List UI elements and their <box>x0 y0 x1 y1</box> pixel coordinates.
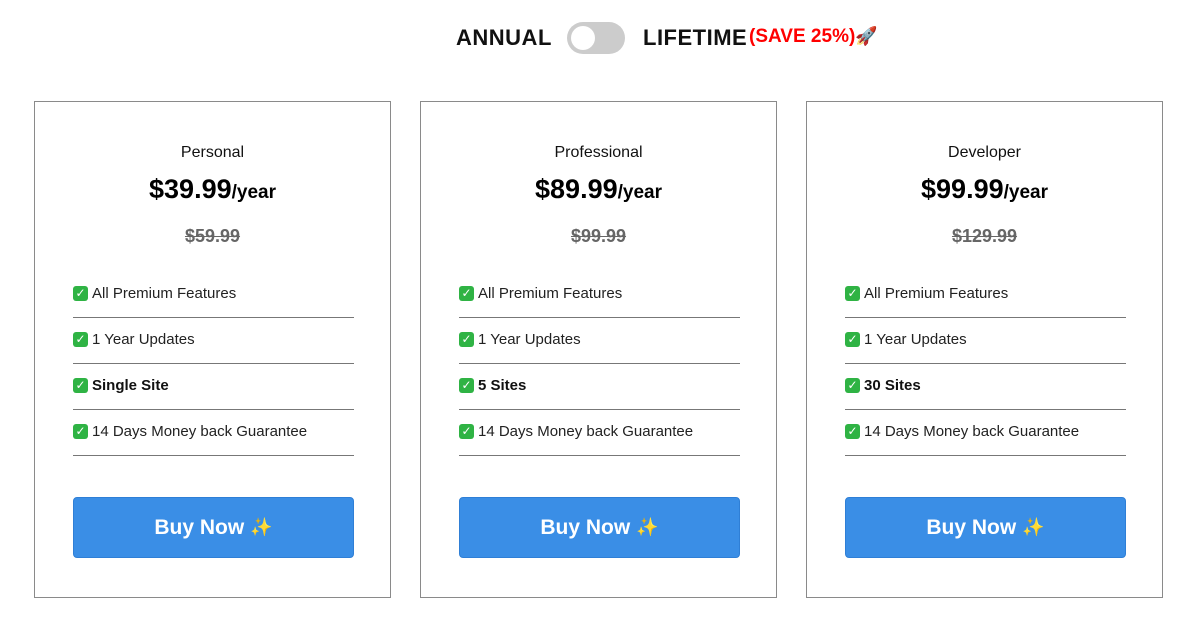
plan-card-personal: Personal $39.99/year $59.99 ✓ All Premium… <box>34 101 391 598</box>
feature-item: ✓ 1 Year Updates <box>845 318 1126 364</box>
feature-item: ✓ 14 Days Money back Guarantee <box>845 410 1126 456</box>
check-icon: ✓ <box>73 332 88 347</box>
feature-item: ✓ All Premium Features <box>845 272 1126 318</box>
sparkles-icon: ✨ <box>636 517 659 537</box>
check-icon: ✓ <box>845 424 860 439</box>
feature-item: ✓ 14 Days Money back Guarantee <box>73 410 354 456</box>
save-text: (SAVE 25%) <box>749 26 856 47</box>
price-amount: $99.99 <box>921 174 1004 204</box>
billing-toggle-row: ANNUAL LIFETIME (SAVE 25%)🚀 <box>0 20 1200 56</box>
feature-text: All Premium Features <box>864 285 1009 302</box>
check-icon: ✓ <box>845 286 860 301</box>
billing-toggle-switch[interactable] <box>567 22 625 54</box>
plan-price: $99.99/year <box>807 174 1162 205</box>
price-period: /year <box>1003 182 1048 203</box>
check-icon: ✓ <box>459 378 474 393</box>
plan-card-professional: Professional $89.99/year $99.99 ✓ All Pre… <box>420 101 777 598</box>
feature-text: 5 Sites <box>478 377 527 394</box>
feature-text: Single Site <box>92 377 169 394</box>
old-price: $99.99 <box>570 226 627 246</box>
lifetime-label[interactable]: LIFETIME <box>643 25 747 51</box>
sparkles-icon: ✨ <box>1022 517 1045 537</box>
price-amount: $89.99 <box>535 174 618 204</box>
price-amount: $39.99 <box>149 174 232 204</box>
feature-item: ✓ 5 Sites <box>459 364 740 410</box>
feature-item: ✓ 30 Sites <box>845 364 1126 410</box>
feature-item: ✓ 1 Year Updates <box>73 318 354 364</box>
check-icon: ✓ <box>73 424 88 439</box>
feature-text: 1 Year Updates <box>92 331 195 348</box>
price-period: /year <box>617 182 662 203</box>
feature-list: ✓ All Premium Features ✓ 1 Year Updates ✓ 3… <box>845 272 1126 456</box>
feature-text: 1 Year Updates <box>864 331 967 348</box>
buy-now-label: Buy Now <box>154 515 245 539</box>
old-price: $129.99 <box>951 226 1018 246</box>
feature-item: ✓ Single Site <box>73 364 354 410</box>
plan-name: Developer <box>948 144 1021 161</box>
sparkles-icon: ✨ <box>250 517 273 537</box>
feature-text: All Premium Features <box>92 285 237 302</box>
feature-text: 14 Days Money back Guarantee <box>864 423 1080 440</box>
plan-price: $89.99/year <box>421 174 776 205</box>
check-icon: ✓ <box>459 424 474 439</box>
buy-now-label: Buy Now <box>926 515 1017 539</box>
plan-price: $39.99/year <box>35 174 390 205</box>
feature-item: ✓ 14 Days Money back Guarantee <box>459 410 740 456</box>
buy-now-button[interactable]: Buy Now ✨ <box>73 497 354 558</box>
old-price: $59.99 <box>184 226 241 246</box>
price-period: /year <box>231 182 276 203</box>
plan-card-developer: Developer $99.99/year $129.99 ✓ All Premi… <box>806 101 1163 598</box>
feature-list: ✓ All Premium Features ✓ 1 Year Updates ✓ S… <box>73 272 354 456</box>
check-icon: ✓ <box>845 378 860 393</box>
check-icon: ✓ <box>459 286 474 301</box>
buy-now-label: Buy Now <box>540 515 631 539</box>
feature-item: ✓ All Premium Features <box>459 272 740 318</box>
feature-text: All Premium Features <box>478 285 623 302</box>
feature-text: 1 Year Updates <box>478 331 581 348</box>
annual-label[interactable]: ANNUAL <box>456 25 552 51</box>
check-icon: ✓ <box>845 332 860 347</box>
feature-text: 30 Sites <box>864 377 921 394</box>
feature-list: ✓ All Premium Features ✓ 1 Year Updates ✓ 5… <box>459 272 740 456</box>
save-badge: (SAVE 25%)🚀 <box>749 26 878 48</box>
feature-item: ✓ 1 Year Updates <box>459 318 740 364</box>
feature-item: ✓ All Premium Features <box>73 272 354 318</box>
feature-text: 14 Days Money back Guarantee <box>92 423 308 440</box>
buy-now-button[interactable]: Buy Now ✨ <box>845 497 1126 558</box>
rocket-icon: 🚀 <box>855 26 878 46</box>
check-icon: ✓ <box>73 286 88 301</box>
check-icon: ✓ <box>73 378 88 393</box>
plan-name: Professional <box>554 144 643 161</box>
check-icon: ✓ <box>459 332 474 347</box>
toggle-knob <box>571 26 595 50</box>
buy-now-button[interactable]: Buy Now ✨ <box>459 497 740 558</box>
feature-text: 14 Days Money back Guarantee <box>478 423 694 440</box>
plan-name: Personal <box>180 144 245 161</box>
